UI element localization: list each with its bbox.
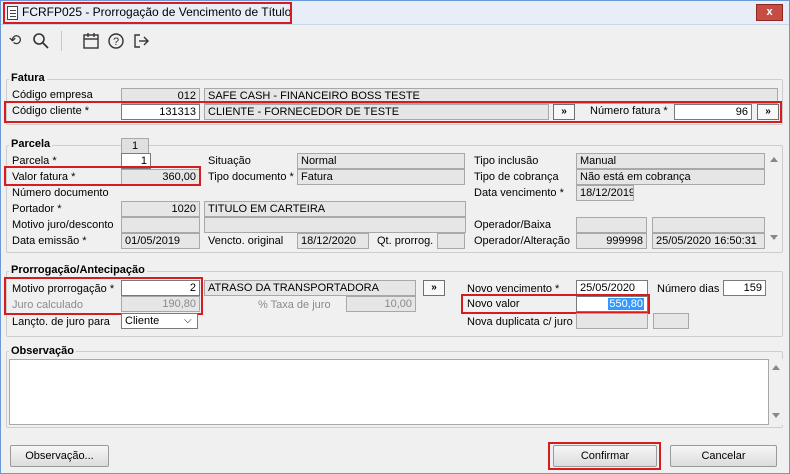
lancto-juro-select[interactable]: Cliente ⌵: [121, 313, 198, 329]
portador-field: 1020: [121, 201, 200, 217]
observacao-textarea[interactable]: [9, 359, 769, 425]
parcela-scrollbar[interactable]: [767, 147, 781, 251]
operador-baixa-field: [576, 217, 647, 233]
observacao-button[interactable]: Observação...: [10, 445, 109, 467]
operador-baixa-label: Operador/Baixa: [474, 219, 552, 231]
valor-fatura-highlight: [4, 166, 201, 186]
observacao-scrollbar[interactable]: [769, 359, 783, 425]
title-bar: FCRFP025 - Prorrogação de Vencimento de …: [1, 1, 789, 25]
nova-duplicata-label: Nova duplicata c/ juro: [467, 316, 573, 328]
close-button[interactable]: x: [756, 4, 783, 21]
taxa-juro-field: 10,00: [346, 296, 416, 312]
portador-label: Portador *: [12, 203, 62, 215]
situacao-field: Normal: [297, 153, 465, 169]
prorrogacao-highlight: [4, 277, 203, 315]
data-emissao-label: Data emissão *: [12, 235, 87, 247]
tipo-inclusao-label: Tipo inclusão: [474, 155, 539, 167]
undo-icon[interactable]: ⟲: [6, 32, 24, 50]
prorrogacao-group-title: Prorrogação/Antecipação: [9, 264, 147, 276]
qt-prorrog-field: [437, 233, 465, 249]
toolbar-separator: [61, 31, 62, 51]
tipo-inclusao-field: Manual: [576, 153, 765, 169]
situacao-label: Situação: [208, 155, 251, 167]
svg-text:?: ?: [113, 36, 119, 48]
dialog-window: FCRFP025 - Prorrogação de Vencimento de …: [0, 0, 790, 474]
scroll-up-icon[interactable]: [770, 157, 778, 162]
qt-prorrog-label: Qt. prorrog.: [377, 235, 434, 247]
lancto-juro-label: Lançto. de juro para: [12, 316, 110, 328]
data-emissao-field: 01/05/2019: [121, 233, 200, 249]
nova-duplicata-field: [576, 313, 648, 329]
numero-dias-label: Número dias: [657, 283, 720, 295]
title-highlight: [3, 2, 292, 24]
taxa-juro-label: % Taxa de juro: [258, 299, 331, 311]
tipo-cobranca-field: Não está em cobrança: [576, 169, 765, 185]
parcela-tab[interactable]: 1: [121, 138, 149, 154]
confirmar-highlight: [548, 442, 661, 470]
vencto-original-field: 18/12/2020: [297, 233, 369, 249]
scroll-up-icon[interactable]: [772, 365, 780, 370]
numero-dias-input[interactable]: 159: [723, 280, 766, 296]
motivo-juro-field: [121, 217, 200, 233]
exit-icon[interactable]: [132, 32, 150, 50]
observacao-group-title: Observação: [9, 345, 76, 357]
fatura-group-title: Fatura: [9, 72, 47, 84]
search-icon[interactable]: [32, 32, 50, 50]
operador-alteracao-field: 999998: [576, 233, 647, 249]
operador-alteracao-label: Operador/Alteração: [474, 235, 570, 247]
cancelar-button[interactable]: Cancelar: [670, 445, 777, 467]
novo-valor-highlight: [461, 294, 650, 314]
scroll-down-icon[interactable]: [770, 235, 778, 240]
operador-alteracao-data-field: 25/05/2020 16:50:31: [652, 233, 765, 249]
tipo-cobranca-label: Tipo de cobrança: [474, 171, 559, 183]
motivo-lookup-button[interactable]: »: [423, 280, 445, 296]
calendar-icon[interactable]: [82, 32, 100, 50]
lancto-juro-value: Cliente: [125, 315, 160, 327]
codigo-empresa-label: Código empresa: [12, 89, 93, 101]
motivo-juro-label: Motivo juro/desconto: [12, 219, 114, 231]
motivo-prorrogacao-nome-field: ATRASO DA TRANSPORTADORA: [204, 280, 416, 296]
vencto-original-label: Vencto. original: [208, 235, 284, 247]
chevron-down-icon[interactable]: ⌵: [184, 314, 192, 328]
portador-nome-field: TITULO EM CARTEIRA: [204, 201, 466, 217]
data-vencimento-label: Data vencimento *: [474, 187, 564, 199]
scroll-down-icon[interactable]: [772, 413, 780, 418]
tipo-documento-field: Fatura: [297, 169, 465, 185]
parcela-group-title: Parcela: [9, 138, 53, 150]
help-icon[interactable]: ?: [107, 32, 125, 50]
operador-baixa-data-field: [652, 217, 765, 233]
data-vencimento-field: 18/12/2019: [576, 185, 634, 201]
motivo-juro-desc-field: [204, 217, 466, 233]
nova-duplicata-check[interactable]: [653, 313, 689, 329]
tipo-documento-label: Tipo documento *: [208, 171, 294, 183]
cliente-row-highlight: [4, 101, 782, 123]
numero-documento-label: Número documento: [12, 187, 109, 199]
